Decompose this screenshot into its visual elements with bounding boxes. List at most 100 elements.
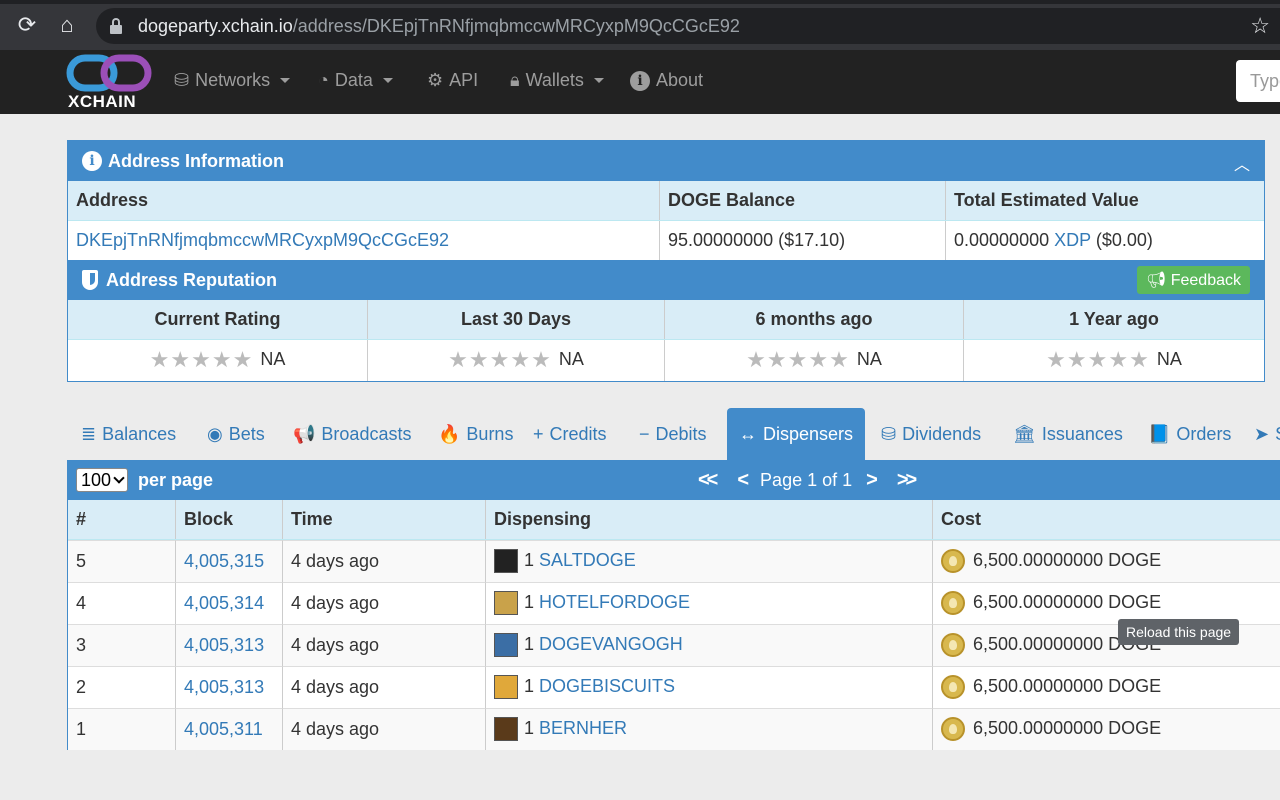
- row-number: 5: [68, 540, 176, 582]
- asset-link[interactable]: SALTDOGE: [539, 550, 636, 570]
- page-indicator: Page 1 of 1: [760, 470, 853, 490]
- site-navbar: XCHAIN ⛁ Networks ◔ Data ⚙ API 🔒︎ Wallet…: [0, 50, 1280, 114]
- pagination: << < Page 1 of 1 > >>: [698, 469, 917, 492]
- nav-wallets[interactable]: 🔒︎ Wallets: [510, 70, 604, 91]
- block-link[interactable]: 4,005,314: [176, 582, 283, 624]
- cost-cell: 6,500.00000000 DOGE: [933, 540, 1280, 582]
- dispensers-header-row: # Block Time Dispensing Cost: [68, 500, 1280, 540]
- doge-coin-icon: [941, 633, 965, 657]
- tab-dispensers[interactable]: ↔ Dispensers: [727, 408, 865, 460]
- feedback-button[interactable]: 📢︎ Feedback: [1136, 266, 1250, 294]
- row-number: 1: [68, 708, 176, 750]
- nav-data[interactable]: ◔ Data: [318, 70, 393, 91]
- col-doge-balance: DOGE Balance: [660, 181, 946, 220]
- browser-toolbar: ⟳ ⌂ dogeparty.xchain.io/address/DKEpjTnR…: [0, 0, 1280, 50]
- arrows-horizontal-icon: ↔: [739, 424, 757, 444]
- block-link[interactable]: 4,005,313: [176, 666, 283, 708]
- per-page-label: per page: [138, 470, 214, 490]
- xchain-logo[interactable]: XCHAIN: [66, 54, 152, 111]
- nav-about[interactable]: i About: [630, 70, 703, 91]
- doge-coin-icon: [941, 675, 965, 699]
- home-icon[interactable]: ⌂: [54, 12, 80, 38]
- history-tabs: ≣ Balances ◉ Bets 📢 Broadcasts 🔥 Burns + Cred…: [67, 408, 1280, 460]
- caret-icon: [280, 78, 291, 83]
- asset-link[interactable]: HOTELFORDOGE: [539, 592, 690, 612]
- address-link[interactable]: DKEpjTnRNfjmqbmccwMRCyxpM9QcCGcE92: [68, 221, 660, 260]
- row-number: 2: [68, 666, 176, 708]
- tab-broadcasts[interactable]: 📢 Broadcasts: [281, 408, 423, 460]
- block-link[interactable]: 4,005,315: [176, 540, 283, 582]
- address-info-panel: i Address Information ︿ Address DOGE Bal…: [67, 140, 1265, 382]
- dispensing-cell: 1 SALTDOGE: [486, 540, 933, 582]
- nav-api[interactable]: ⚙ API: [427, 70, 478, 91]
- asset-link[interactable]: DOGEBISCUITS: [539, 676, 675, 696]
- address-info-header-row: Address DOGE Balance Total Estimated Val…: [68, 181, 1264, 221]
- search-input[interactable]: Type: [1236, 60, 1280, 102]
- collapse-chevron-icon[interactable]: ︿: [1234, 151, 1250, 175]
- info-icon: i: [630, 70, 650, 91]
- block-link[interactable]: 4,005,311: [176, 708, 283, 750]
- tab-burns[interactable]: 🔥 Burns: [426, 408, 525, 460]
- tab-debits[interactable]: − Debits: [627, 408, 719, 460]
- bullseye-icon: ◉: [207, 424, 223, 444]
- doge-coin-icon: [941, 717, 965, 741]
- cost-cell: 6,500.00000000 DOGE: [933, 666, 1280, 708]
- xdp-link[interactable]: XDP: [1054, 230, 1091, 250]
- tab-credits[interactable]: + Credits: [521, 408, 619, 460]
- col-6-months: 6 months ago: [665, 300, 964, 339]
- url-text[interactable]: dogeparty.xchain.io/address/DKEpjTnRNfjm…: [138, 16, 740, 37]
- info-icon: i: [82, 151, 102, 171]
- col-last-30-days: Last 30 Days: [368, 300, 665, 339]
- token-image: [494, 633, 518, 657]
- row-number: 4: [68, 582, 176, 624]
- row-time: 4 days ago: [283, 624, 486, 666]
- minus-icon: −: [639, 424, 650, 444]
- asset-link[interactable]: BERNHER: [539, 718, 627, 738]
- caret-icon: [382, 78, 393, 83]
- col-current-rating: Current Rating: [68, 300, 368, 339]
- book-icon: 📘: [1148, 424, 1171, 444]
- block-link[interactable]: 4,005,313: [176, 624, 283, 666]
- nav-networks[interactable]: ⛁ Networks: [174, 70, 291, 91]
- address-info-row: DKEpjTnRNfjmqbmccwMRCyxpM9QcCGcE92 95.00…: [68, 221, 1264, 260]
- last-page-icon[interactable]: >>: [897, 469, 917, 492]
- rating-1-year: ★ ★ ★ ★ ★ NA: [1046, 347, 1182, 373]
- gears-icon: ⚙: [427, 70, 444, 90]
- reload-icon[interactable]: ⟳: [14, 12, 40, 38]
- col-1-year: 1 Year ago: [1069, 309, 1159, 329]
- col-dispensing: Dispensing: [486, 500, 933, 539]
- reload-tooltip: Reload this page: [1118, 619, 1240, 645]
- dispensers-table: 100 per page << < Page 1 of 1 > >> # Blo…: [67, 460, 1280, 750]
- tab-dividends[interactable]: ⛁ Dividends: [869, 408, 993, 460]
- tab-orders[interactable]: 📘 Orders: [1136, 408, 1243, 460]
- reputation-values-row: ★ ★ ★ ★ ★ NA ★ ★ ★ ★ ★ NA ★ ★ ★ ★ ★ NA ★ ★ ★ ★ ★ NA: [68, 340, 1264, 381]
- reputation-header-row: Current Rating Last 30 Days 6 months ago…: [68, 300, 1264, 340]
- tab-sends[interactable]: ➤S: [1242, 408, 1280, 460]
- tab-bets[interactable]: ◉ Bets: [195, 408, 277, 460]
- first-page-icon[interactable]: <<: [698, 469, 718, 492]
- doge-coin-icon: [941, 549, 965, 573]
- table-row: 5 4,005,315 4 days ago 1 SALTDOGE 6,500.0000…: [68, 540, 1280, 582]
- dispensing-cell: 1 DOGEVANGOGH: [486, 624, 933, 666]
- bookmark-star-icon[interactable]: ☆: [1250, 13, 1270, 39]
- row-time: 4 days ago: [283, 582, 486, 624]
- tab-balances[interactable]: ≣ Balances: [69, 408, 188, 460]
- panel-title: Address Information: [108, 150, 285, 171]
- cost-cell: 6,500.00000000 DOGE: [933, 582, 1280, 624]
- tab-issuances[interactable]: 🏛 Issuances: [1001, 408, 1135, 460]
- address-bar[interactable]: dogeparty.xchain.io/address/DKEpjTnRNfjm…: [96, 8, 1280, 44]
- star-rating-icon: ★ ★ ★ ★ ★: [746, 347, 849, 373]
- next-page-icon[interactable]: >: [866, 469, 878, 492]
- table-toolbar: 100 per page << < Page 1 of 1 > >>: [68, 460, 1280, 500]
- col-address: Address: [68, 181, 660, 220]
- tab-strip-edge: [0, 0, 1280, 4]
- plus-icon: +: [533, 424, 544, 444]
- logo-text: XCHAIN: [68, 92, 137, 111]
- prev-page-icon[interactable]: <: [737, 469, 749, 492]
- star-rating-icon: ★ ★ ★ ★ ★: [448, 347, 551, 373]
- token-image: [494, 675, 518, 699]
- asset-link[interactable]: DOGEVANGOGH: [539, 634, 683, 654]
- per-page-select[interactable]: 100: [76, 468, 129, 492]
- sitemap-icon: ⛁: [881, 424, 897, 444]
- token-image: [494, 717, 518, 741]
